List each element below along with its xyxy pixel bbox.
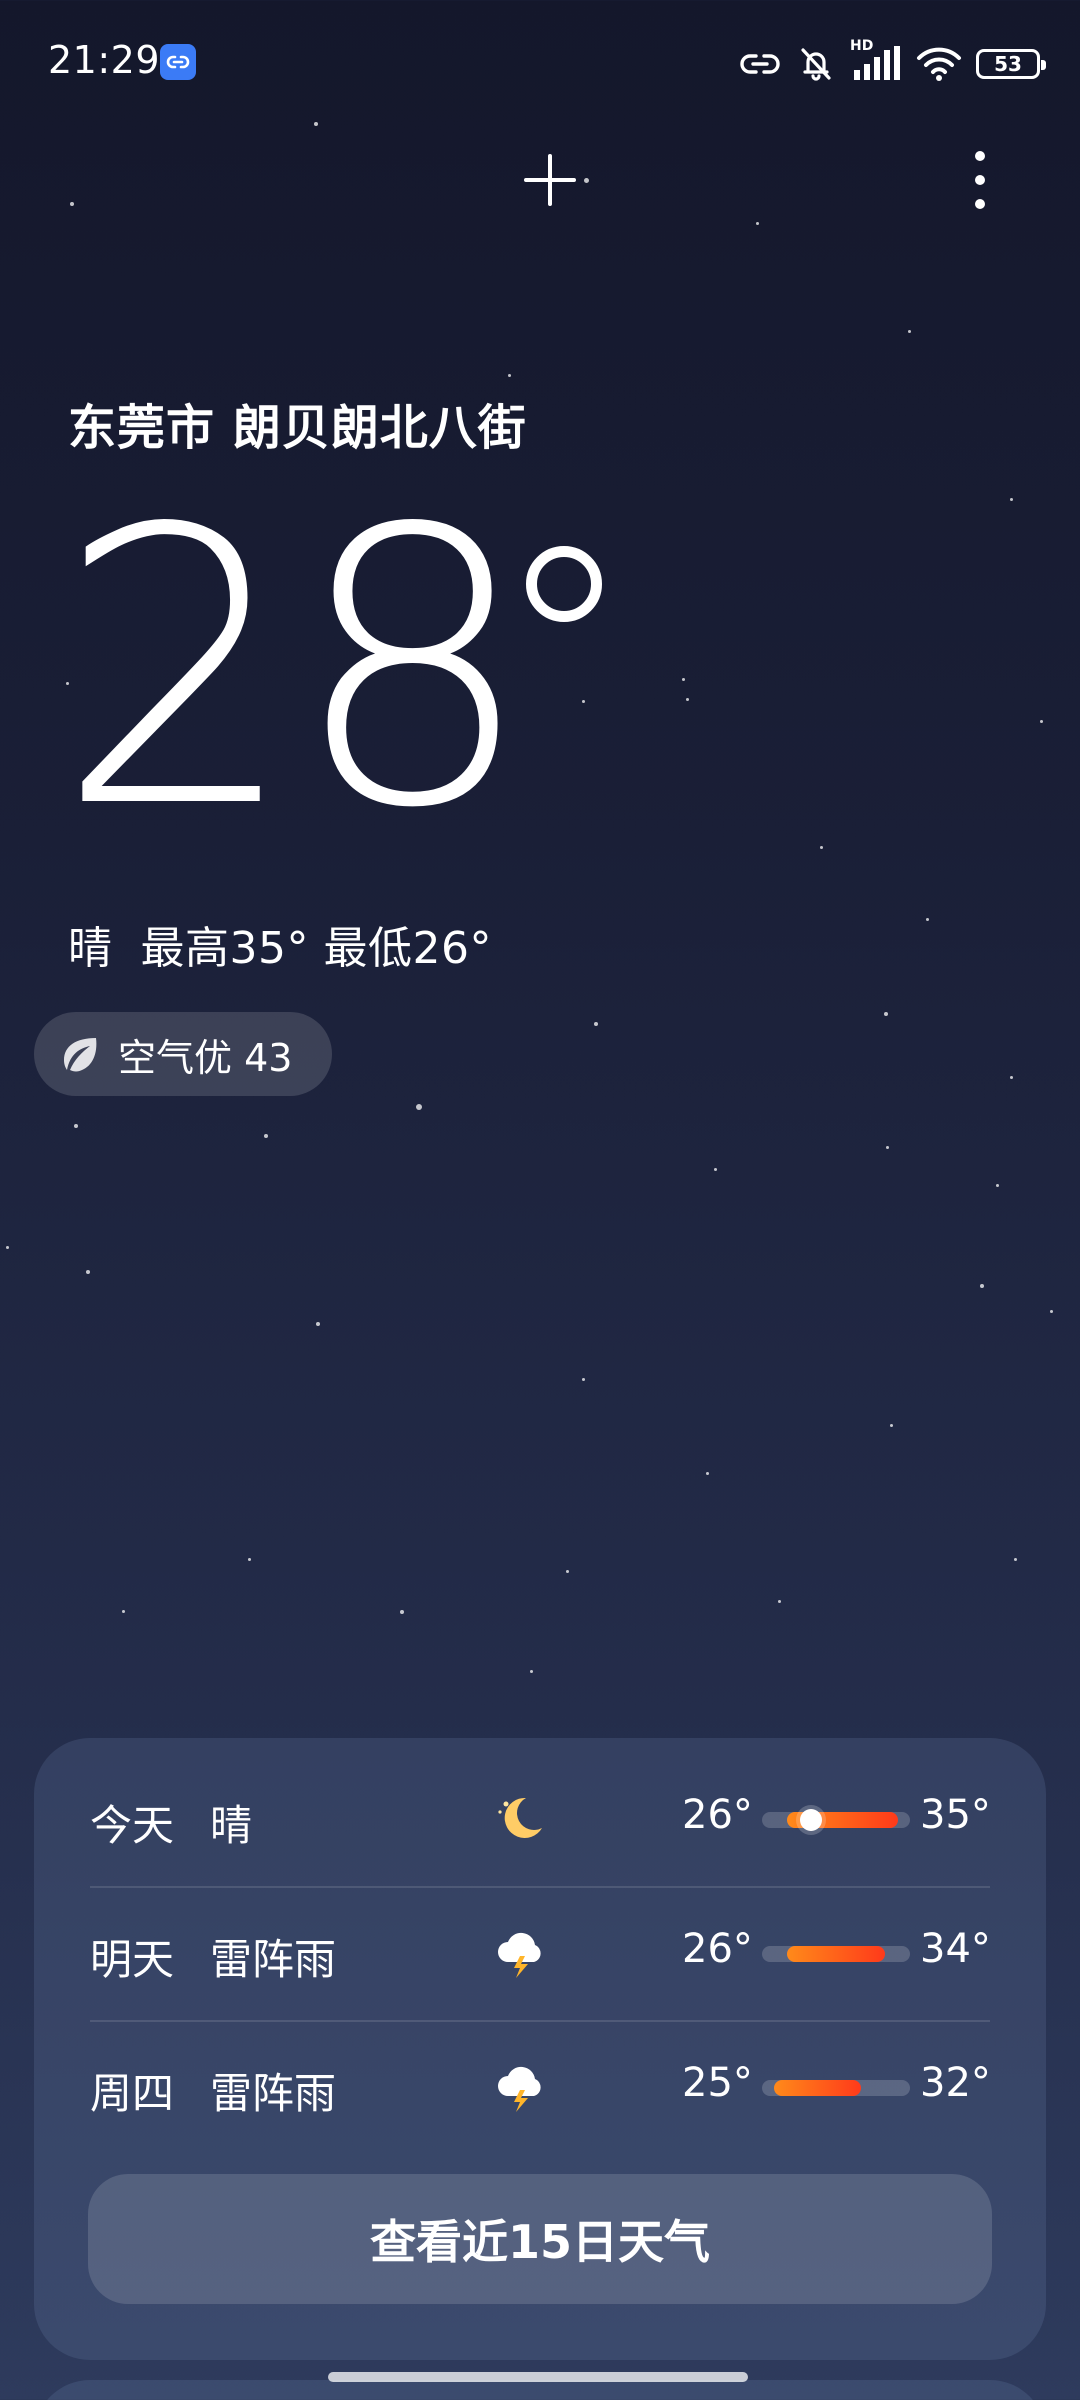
star [686,698,689,701]
thunderstorm-icon [490,1922,550,1982]
next-card-peek [34,2380,1046,2400]
star [980,1284,984,1288]
home-indicator[interactable] [328,2372,748,2382]
temperature-range-bar [762,1946,910,1962]
star [582,1378,585,1381]
star [714,1168,717,1171]
more-vertical-icon [975,151,985,209]
forecast-high: 35° [920,1792,991,1838]
link-app-icon [160,44,196,80]
moon-icon [490,1788,550,1848]
forecast-low: 26° [682,1926,753,1972]
wifi-icon [917,47,961,81]
star [248,1558,251,1561]
star [566,1570,569,1573]
degree-symbol [526,546,602,622]
star [594,1022,598,1026]
star [884,1012,888,1016]
star [886,1146,889,1149]
forecast-row[interactable]: 今天晴 26° 35° [90,1750,991,1884]
cellular-signal-icon: HD [850,38,902,84]
star [400,1610,404,1614]
forecast-row[interactable]: 周四 雷阵雨 25° 32° [90,2018,991,2152]
star [926,918,929,921]
network-type-label: HD [850,38,874,54]
thunderstorm-icon [490,2056,550,2116]
plus-icon [524,154,576,206]
weather-summary: 晴最高35° 最低26° [68,912,520,976]
star [996,1184,999,1187]
star [122,1610,125,1613]
star [508,374,511,377]
mute-bell-icon [801,48,831,81]
star [682,678,685,681]
temperature-range-fill [774,2080,861,2096]
forecast-row[interactable]: 明天 雷阵雨 26° 34° [90,1884,991,2018]
star [706,1472,709,1475]
current-temperature: 28 [56,480,656,870]
forecast-condition: 雷阵雨 [210,1935,337,1984]
forecast-day: 明天 [90,1935,175,1984]
star [416,1104,422,1110]
star [316,1322,320,1326]
star [778,1600,781,1603]
star [530,1670,533,1673]
star [70,202,74,206]
star [1010,498,1013,501]
star [1014,1558,1017,1561]
add-city-button[interactable] [520,150,580,210]
status-time: 21:29 [48,38,161,82]
forecast-low: 26° [682,1792,753,1838]
star [6,1246,9,1249]
star [820,846,823,849]
status-icons: HD 53 [738,38,1046,88]
air-quality-pill[interactable]: 空气优 43 [34,1012,333,1096]
forecast-card: 今天晴 26° 35° 明天 雷阵雨 26° 34° 周四 雷阵雨 25° 32° 查看近15日天气 [34,1738,1046,2360]
temperature-range-bar [762,2080,910,2096]
forecast-day: 周四 [90,2069,175,2118]
forecast-condition: 晴 [210,1801,253,1850]
temperature-value: 28 [56,448,534,891]
more-options-button[interactable] [960,148,1000,212]
star [264,1134,268,1138]
forecast-day: 今天 [90,1801,175,1850]
temperature-range-bar [762,1809,910,1831]
battery-indicator: 53 [976,49,1046,79]
star [1050,1310,1053,1313]
star [756,222,759,225]
star [74,1124,78,1128]
forecast-high: 34° [920,1926,991,1972]
current-condition: 晴 [68,923,113,974]
star [890,1424,893,1427]
forecast-high: 32° [920,2060,991,2106]
star [584,178,589,183]
star [908,330,911,333]
status-bar: 21:29 HD 53 [0,0,1080,128]
leaf-icon [64,1038,97,1072]
star [1010,1076,1013,1079]
fifteen-day-forecast-button[interactable]: 查看近15日天气 [88,2174,992,2304]
forecast-low: 25° [682,2060,753,2106]
star [86,1270,90,1274]
temperature-range-fill [786,1946,886,1962]
air-quality-label: 空气优 43 [118,1035,293,1080]
battery-level: 53 [994,52,1022,76]
star [1040,720,1043,723]
high-low-temperature: 最高35° 最低26° [140,923,492,974]
forecast-condition: 雷阵雨 [210,2069,337,2118]
link-icon [740,54,780,74]
